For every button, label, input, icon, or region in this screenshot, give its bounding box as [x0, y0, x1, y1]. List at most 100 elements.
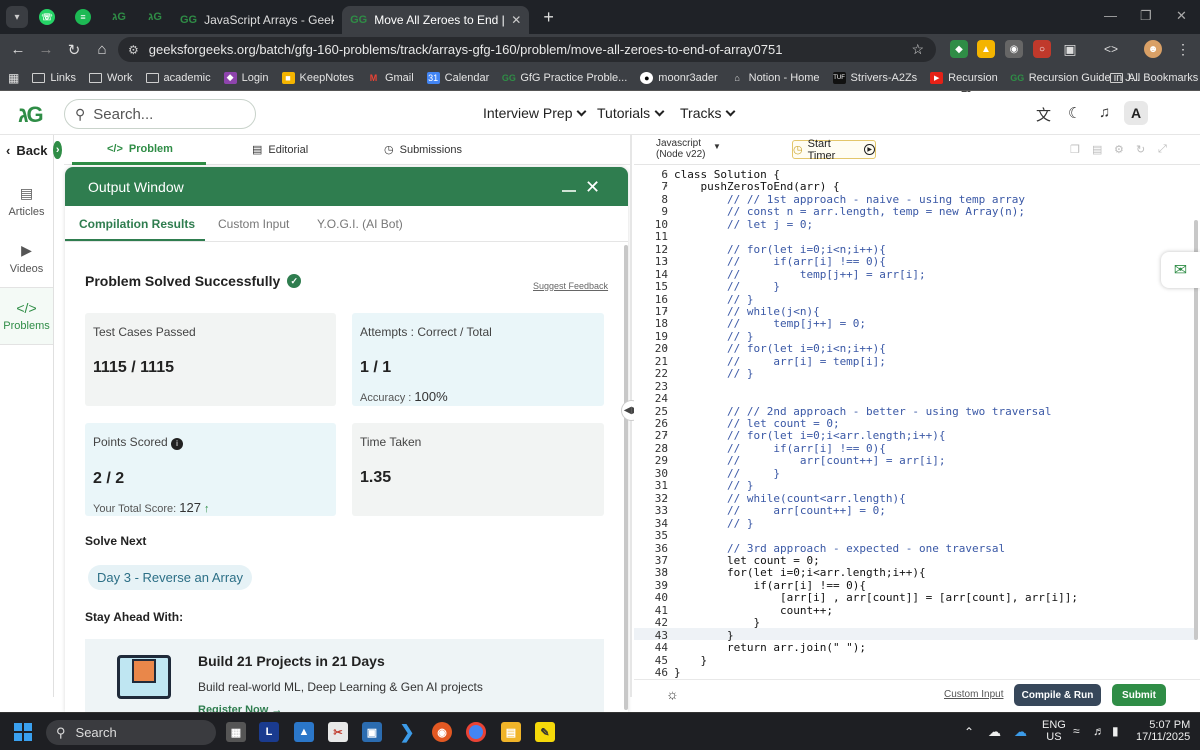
code-line[interactable]: // let j = 0;	[674, 218, 813, 231]
code-line[interactable]: return arr.join(" ");	[674, 641, 866, 654]
photos-icon[interactable]: ▲	[294, 722, 314, 742]
template-icon[interactable]: ▤	[1092, 143, 1102, 156]
bookmark-gmail[interactable]: M Gmail	[367, 72, 414, 84]
code-line[interactable]: // temp[j++] = arr[i];	[674, 268, 926, 281]
code-line[interactable]: // if(arr[i] !== 0){	[674, 442, 886, 455]
apps-grid-icon[interactable]: ▦	[8, 71, 19, 85]
windows-start-icon[interactable]	[14, 723, 32, 741]
pinned-tab-gfg-1[interactable]: גG	[102, 4, 136, 30]
devtools-icon[interactable]: <>	[1102, 40, 1120, 58]
store-icon[interactable]: ▣	[362, 722, 382, 742]
minimize-icon[interactable]	[562, 190, 576, 192]
chevron-up-icon[interactable]: ⌃	[964, 725, 974, 739]
code-line[interactable]: class Solution {	[674, 168, 780, 181]
code-editor[interactable]: 6 ▾ class Solution {7 ▾ pushZerosToEnd(arr)…	[634, 166, 1196, 678]
tab-compilation-results[interactable]: Compilation Results	[79, 217, 195, 231]
settings-icon[interactable]: ⚙	[1114, 143, 1124, 156]
copy-icon[interactable]: ❐	[1070, 143, 1080, 156]
bookmark-strivers[interactable]: TUF Strivers-A2Zs	[832, 71, 917, 84]
code-line[interactable]: count++;	[674, 604, 833, 617]
pinned-tab-spotify[interactable]: ≡	[66, 4, 100, 30]
site-search-box[interactable]: ⚲ Search...	[64, 99, 256, 129]
fold-arrow-icon[interactable]: ▾	[664, 431, 672, 439]
dark-mode-moon-icon[interactable]: ☾	[1068, 104, 1081, 122]
cloud-icon[interactable]: ☁	[988, 724, 1001, 740]
forward-arrow-icon[interactable]: →	[32, 41, 60, 58]
task-view-icon[interactable]: ▦	[226, 722, 246, 742]
bookmark-login[interactable]: ◆ Login	[223, 71, 269, 84]
tab-yogi-ai-bot[interactable]: Y.O.G.I. (AI Bot)	[317, 217, 403, 231]
bookmark-links[interactable]: Links	[32, 72, 76, 84]
language-indicator[interactable]: ENG US	[1042, 719, 1066, 743]
code-line[interactable]: // }	[674, 517, 754, 530]
pinned-tab-gfg-2[interactable]: גG	[138, 4, 172, 30]
close-tab-icon[interactable]: ✕	[511, 13, 521, 27]
chat-icon[interactable]: ✉	[1161, 252, 1200, 288]
more-menu-icon[interactable]: ⋮	[1174, 40, 1192, 58]
bookmark-academic[interactable]: academic	[145, 72, 211, 84]
tab-submissions[interactable]: ◷ Submissions	[384, 143, 462, 157]
code-line[interactable]: [arr[i] , arr[count]] = [arr[count], arr…	[674, 591, 1078, 604]
code-line[interactable]: // for(let i=0;i<n;i++){	[674, 243, 886, 256]
reload-icon[interactable]: ↻	[60, 41, 88, 59]
code-line[interactable]: // // 1st approach - naive - using temp …	[674, 193, 1025, 206]
fold-arrow-icon[interactable]: ▾	[664, 307, 672, 315]
code-line[interactable]: // let count = 0;	[674, 417, 840, 430]
tab-move-all-zeroes[interactable]: GG Move All Zeroes to End | Practic ✕	[342, 6, 530, 34]
bookmark-calendar[interactable]: 31 Calendar	[426, 71, 489, 84]
onedrive-icon[interactable]: ☁	[1014, 724, 1027, 740]
tab-javascript-arrays[interactable]: GG JavaScript Arrays - GeeksforGee	[172, 6, 342, 34]
back-button[interactable]: ‹ Back ›	[0, 135, 62, 165]
sidebar-item-videos[interactable]: ▶ Videos	[0, 242, 53, 275]
code-line[interactable]: // }	[674, 467, 780, 480]
drive-icon[interactable]: ▲	[977, 40, 995, 58]
maximize-window-icon[interactable]: ❐	[1140, 8, 1152, 24]
nav-interview-prep[interactable]: Interview Prep	[483, 105, 587, 121]
fold-arrow-icon[interactable]: ▾	[664, 344, 672, 352]
code-line[interactable]: // while(count<arr.length){	[674, 492, 906, 505]
wifi-icon[interactable]: ≈	[1073, 724, 1080, 738]
gfg-logo[interactable]: גG	[18, 102, 44, 128]
info-icon[interactable]: i	[171, 438, 184, 450]
tab-search-icon[interactable]: ▾	[6, 6, 28, 28]
sticky-notes-icon[interactable]: ✎	[535, 722, 555, 742]
file-explorer-icon[interactable]: ▤	[501, 722, 521, 742]
code-line[interactable]: }	[674, 654, 707, 667]
compile-run-button[interactable]: Compile & Run	[1014, 684, 1101, 706]
code-line[interactable]: // const n = arr.length, temp = new Arra…	[674, 205, 1025, 218]
code-line[interactable]: // }	[674, 330, 754, 343]
address-bar[interactable]: ⚙ geeksforgeeks.org/batch/gfg-160-proble…	[118, 37, 936, 62]
code-line[interactable]: // }	[674, 367, 754, 380]
bookmark-keepnotes[interactable]: ■ KeepNotes	[281, 71, 354, 84]
bookmark-star-icon[interactable]: ☆	[911, 41, 924, 58]
bookmark-recursion[interactable]: ▶ Recursion	[930, 71, 998, 84]
back-arrow-icon[interactable]: ←	[4, 41, 32, 58]
code-line[interactable]: // arr[i] = temp[i];	[674, 355, 886, 368]
fold-arrow-icon[interactable]: ▾	[664, 170, 672, 178]
lightbulb-icon[interactable]: ☼	[666, 686, 679, 702]
snipping-tool-icon[interactable]: ✂	[328, 722, 348, 742]
extensions-puzzle-icon[interactable]: ▣	[1061, 40, 1079, 58]
fold-arrow-icon[interactable]: ▾	[664, 494, 672, 502]
nav-tutorials[interactable]: Tutorials	[597, 105, 665, 121]
code-line[interactable]: // }	[674, 479, 754, 492]
start-timer-button[interactable]: ◷ Start Timer ▶	[792, 138, 876, 162]
bookmark-gfg-practice[interactable]: GG GfG Practice Proble...	[502, 72, 627, 84]
fold-arrow-icon[interactable]: ▾	[664, 568, 672, 576]
taskbar-search[interactable]: ⚲ Search	[46, 720, 216, 745]
fold-arrow-icon[interactable]: ▾	[664, 444, 672, 452]
extension-icon[interactable]: ◆	[950, 40, 968, 58]
code-line[interactable]: // arr[count++] = 0;	[674, 504, 886, 517]
translate-icon[interactable]: 文	[1036, 104, 1051, 125]
code-line[interactable]: // arr[count++] = arr[i];	[674, 454, 946, 467]
vscode-icon[interactable]: ❯	[397, 722, 417, 742]
tab-problem[interactable]: </> Problem	[107, 143, 173, 155]
fold-arrow-icon[interactable]: ▾	[664, 182, 672, 190]
code-line[interactable]: // for(let i=0;i<n;i++){	[674, 342, 886, 355]
code-line[interactable]: for(let i=0;i<arr.length;i++){	[674, 566, 926, 579]
profile-avatar-icon[interactable]: ☻	[1144, 40, 1162, 58]
register-now-link[interactable]: Register Now →	[198, 704, 282, 712]
bookmark-all[interactable]: All Bookmarks	[1110, 72, 1198, 84]
sidebar-item-articles[interactable]: ▤ Articles	[0, 185, 53, 218]
fold-arrow-icon[interactable]: ▾	[664, 581, 672, 589]
